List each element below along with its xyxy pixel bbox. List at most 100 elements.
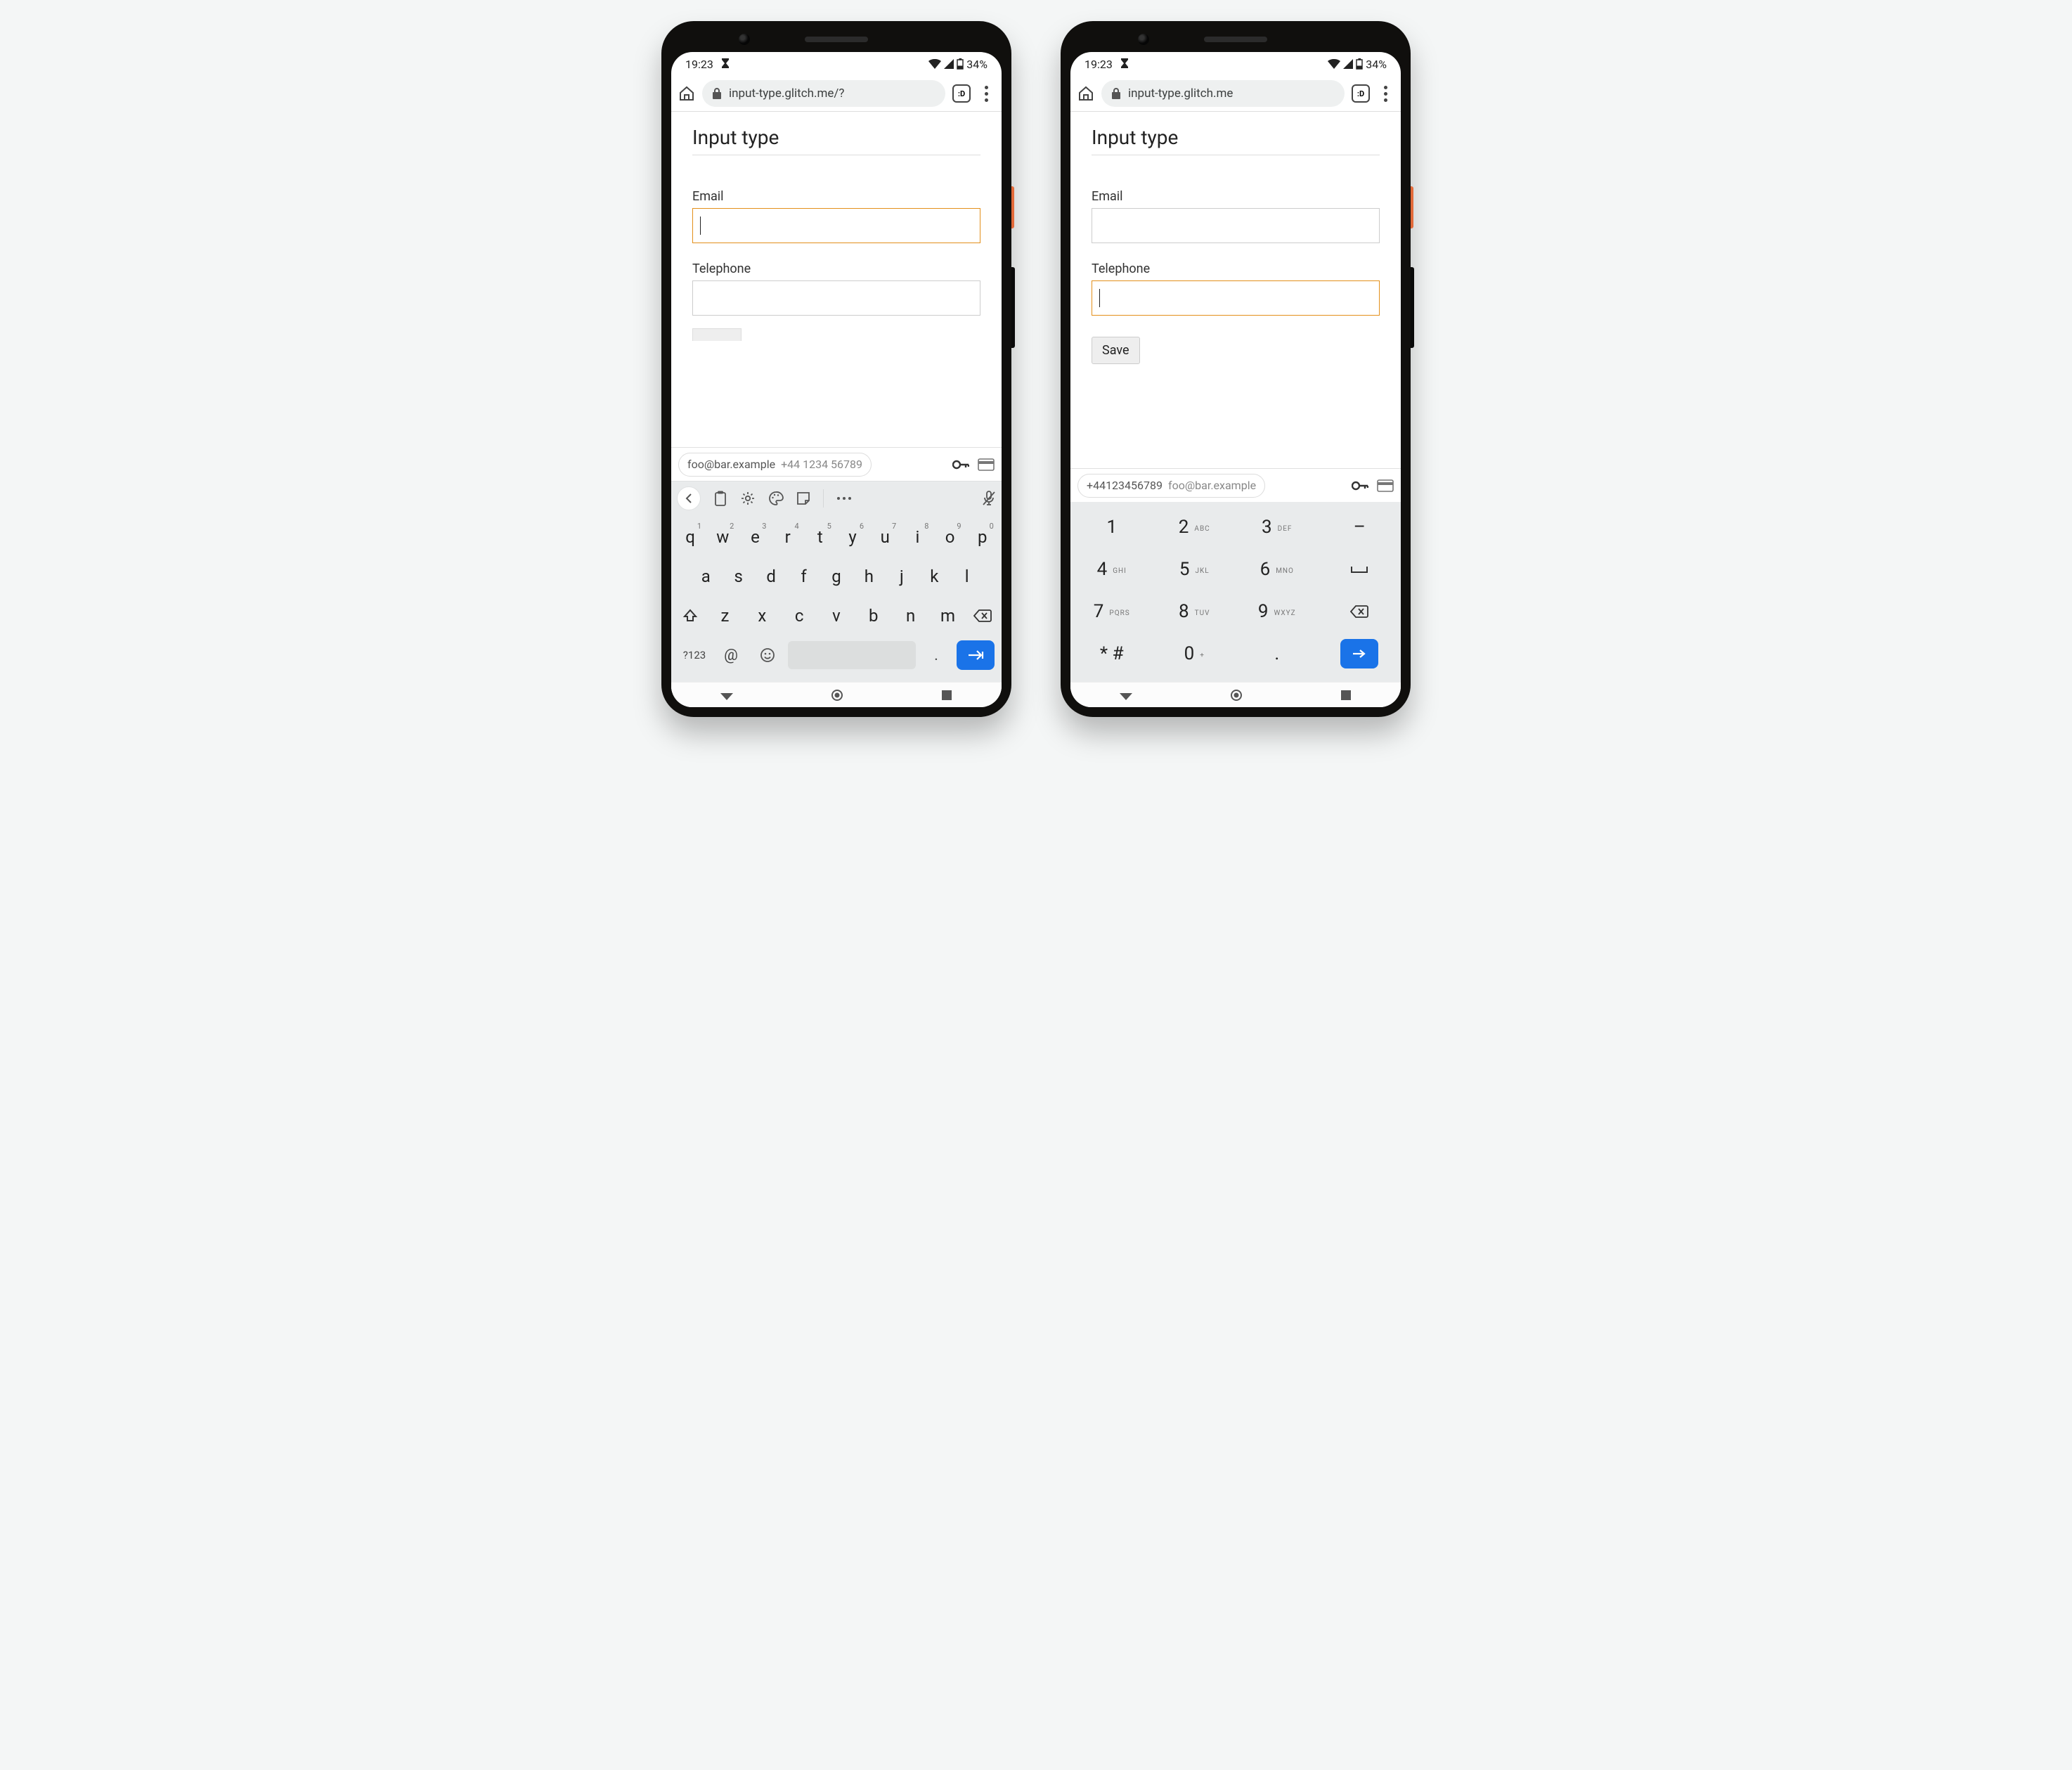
numpad-backspace-key[interactable] — [1319, 590, 1401, 633]
tab-switcher[interactable]: :D — [952, 84, 971, 103]
numpad-key-6[interactable]: 6MNO — [1236, 548, 1319, 590]
volume-rocker[interactable] — [1411, 267, 1414, 348]
palette-icon[interactable] — [768, 491, 784, 506]
key-icon[interactable] — [952, 458, 969, 471]
save-button[interactable]: Save — [1092, 337, 1140, 364]
numpad-key-9[interactable]: 9WXYZ — [1236, 590, 1319, 633]
home-icon[interactable] — [1077, 85, 1094, 102]
keyboard-back-button[interactable] — [677, 486, 701, 510]
telephone-field[interactable] — [1092, 280, 1380, 316]
phone-right: 19:23 34% input-type.glitch.me :D Input … — [1061, 21, 1411, 717]
numpad-key-3[interactable]: 3DEF — [1236, 506, 1319, 548]
key-k[interactable]: k — [920, 560, 948, 593]
key-d[interactable]: d — [757, 560, 785, 593]
key-b[interactable]: b — [860, 599, 888, 633]
nav-recent-icon[interactable] — [1340, 690, 1352, 701]
battery-percent: 34% — [966, 58, 988, 71]
url-bar[interactable]: input-type.glitch.me — [1101, 80, 1345, 107]
autofill-suggestion-bar: +44123456789 foo@bar.example — [1070, 468, 1401, 502]
numpad-space-key[interactable] — [1319, 548, 1401, 590]
gear-icon[interactable] — [740, 491, 756, 506]
key-m[interactable]: m — [933, 599, 961, 633]
browser-toolbar: input-type.glitch.me/? :D — [671, 76, 1002, 111]
shift-key[interactable] — [674, 608, 706, 624]
key-z[interactable]: z — [711, 599, 739, 633]
key-j[interactable]: j — [888, 560, 916, 593]
autofill-suggestion-bar: foo@bar.example +44 1234 56789 — [671, 447, 1002, 481]
at-key[interactable]: @ — [715, 640, 747, 671]
numpad-key-5[interactable]: 5JKL — [1153, 548, 1236, 590]
numpad-key-4[interactable]: 4GHI — [1070, 548, 1153, 590]
symbols-key[interactable]: ?123 — [678, 640, 711, 671]
wifi-icon — [928, 59, 941, 69]
key-l[interactable]: l — [953, 560, 981, 593]
key-icon[interactable] — [1352, 479, 1368, 492]
key-o[interactable]: o9 — [936, 520, 964, 554]
key-e[interactable]: e3 — [741, 520, 769, 554]
numpad-enter-key[interactable] — [1319, 633, 1401, 675]
nav-home-icon[interactable] — [831, 689, 843, 702]
spacebar-key[interactable] — [788, 641, 916, 669]
emoji-key[interactable] — [751, 640, 784, 671]
key-r[interactable]: r4 — [774, 520, 802, 554]
numpad-key-2[interactable]: 2ABC — [1153, 506, 1236, 548]
numpad-key-1[interactable]: 1 — [1070, 506, 1153, 548]
key-y[interactable]: y6 — [838, 520, 867, 554]
overflow-menu-icon[interactable] — [1377, 86, 1394, 102]
clipboard-icon[interactable] — [713, 491, 727, 506]
numpad-key-0[interactable]: 0+ — [1153, 633, 1236, 675]
telephone-field[interactable] — [692, 280, 980, 316]
url-bar[interactable]: input-type.glitch.me/? — [702, 80, 945, 107]
key-f[interactable]: f — [790, 560, 818, 593]
screen-left: 19:23 34% input-type.glitch.me/? :D Inpu… — [671, 52, 1002, 707]
autofill-phone: +44123456789 — [1087, 479, 1163, 492]
power-button[interactable] — [1411, 186, 1413, 228]
key-v[interactable]: v — [822, 599, 850, 633]
key-p[interactable]: p0 — [969, 520, 997, 554]
key-g[interactable]: g — [822, 560, 850, 593]
email-field[interactable] — [692, 208, 980, 243]
power-button[interactable] — [1011, 186, 1014, 228]
mic-off-icon[interactable] — [982, 491, 996, 506]
numpad-key-8[interactable]: 8TUV — [1153, 590, 1236, 633]
key-h[interactable]: h — [855, 560, 883, 593]
period-key[interactable]: . — [920, 640, 952, 671]
home-icon[interactable] — [678, 85, 695, 102]
backspace-key[interactable] — [966, 609, 999, 623]
key-n[interactable]: n — [897, 599, 925, 633]
autofill-chip[interactable]: foo@bar.example +44 1234 56789 — [678, 453, 872, 477]
key-t[interactable]: t5 — [806, 520, 834, 554]
autofill-chip[interactable]: +44123456789 foo@bar.example — [1077, 474, 1265, 498]
nav-back-icon[interactable] — [1120, 690, 1132, 700]
key-c[interactable]: c — [785, 599, 813, 633]
autofill-phone: +44 1234 56789 — [781, 458, 862, 471]
key-s[interactable]: s — [725, 560, 753, 593]
numpad-key-7[interactable]: 7PQRS — [1070, 590, 1153, 633]
key-i[interactable]: i8 — [903, 520, 931, 554]
card-icon[interactable] — [978, 458, 995, 471]
enter-key[interactable] — [957, 640, 995, 670]
key-w[interactable]: w2 — [708, 520, 737, 554]
clock: 19:23 — [1084, 58, 1113, 71]
numpad-key-[interactable]: – — [1319, 506, 1401, 548]
hourglass-icon — [1120, 58, 1129, 70]
wifi-icon — [1328, 59, 1340, 69]
overflow-menu-icon[interactable] — [978, 86, 995, 102]
more-icon[interactable] — [836, 496, 852, 500]
sticker-icon[interactable] — [796, 491, 810, 505]
key-a[interactable]: a — [692, 560, 720, 593]
nav-recent-icon[interactable] — [941, 690, 952, 701]
email-field[interactable] — [1092, 208, 1380, 243]
numpad-key-[interactable]: * # — [1070, 633, 1153, 675]
volume-rocker[interactable] — [1011, 267, 1015, 348]
numpad-key-[interactable]: . — [1236, 633, 1319, 675]
nav-back-icon[interactable] — [720, 690, 733, 700]
autofill-email: foo@bar.example — [1168, 479, 1256, 492]
tab-switcher[interactable]: :D — [1352, 84, 1370, 103]
key-u[interactable]: u7 — [871, 520, 899, 554]
card-icon[interactable] — [1377, 479, 1394, 492]
nav-home-icon[interactable] — [1230, 689, 1243, 702]
key-q[interactable]: q1 — [676, 520, 704, 554]
key-x[interactable]: x — [748, 599, 776, 633]
clock: 19:23 — [685, 58, 713, 71]
